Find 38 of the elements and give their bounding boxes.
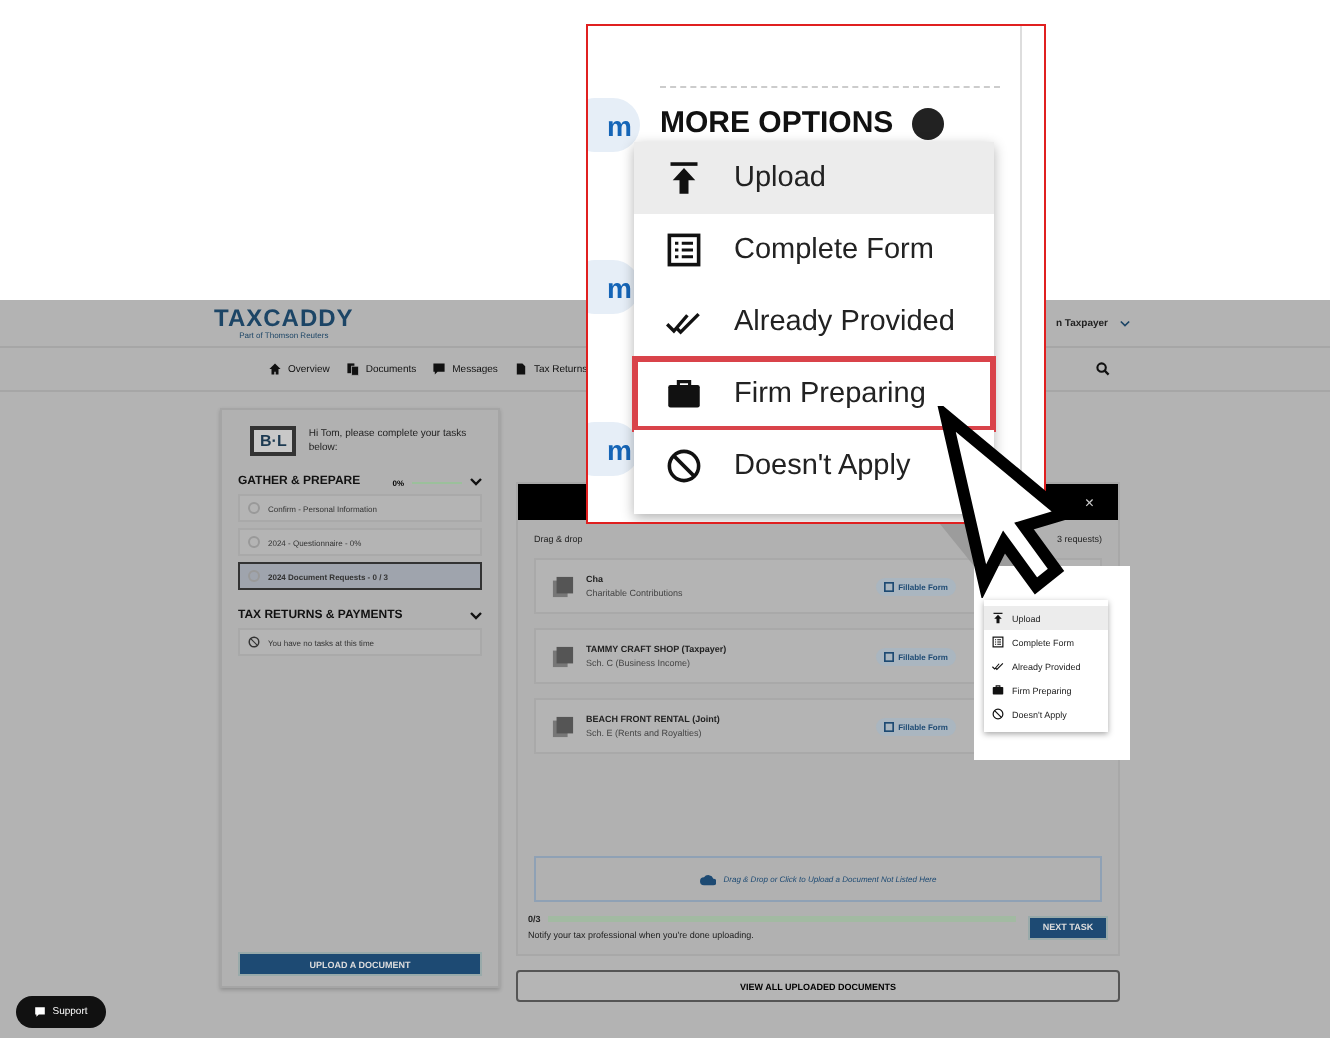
menu-item[interactable]: Complete Form xyxy=(634,214,994,286)
cloud-upload-icon xyxy=(699,873,716,885)
form-icon xyxy=(884,651,895,661)
briefcase-icon xyxy=(992,684,1004,696)
chevron-icon[interactable] xyxy=(470,612,482,620)
fillable-form-button[interactable]: m xyxy=(588,98,640,152)
logo: TAXCADDY xyxy=(214,306,354,330)
message-icon xyxy=(432,362,447,376)
return-document-icon xyxy=(513,362,528,376)
close-button[interactable]: × xyxy=(1084,493,1094,511)
prohibited-icon xyxy=(992,708,1004,720)
menu-item[interactable]: Firm Preparing xyxy=(634,358,994,430)
chevron-icon[interactable] xyxy=(470,478,482,486)
prohibited-icon xyxy=(666,448,702,484)
status-circle xyxy=(248,502,260,514)
dropdown-icon[interactable] xyxy=(911,107,944,139)
menu-item[interactable]: Upload xyxy=(634,142,994,214)
form-icon xyxy=(884,721,895,731)
pdf-icon xyxy=(552,715,574,737)
double-check-icon xyxy=(992,660,1004,672)
list-icon xyxy=(666,232,702,268)
upload-icon xyxy=(992,612,1004,624)
briefcase-icon xyxy=(666,376,702,412)
list-icon xyxy=(992,636,1004,648)
pdf-icon xyxy=(552,575,574,597)
chevron-icon xyxy=(1120,319,1130,327)
more-options-title: MORE OPTIONS xyxy=(660,106,894,140)
menu-item[interactable]: Already Provided xyxy=(634,286,994,358)
chat-icon xyxy=(34,1006,47,1018)
firm-logo: B·L xyxy=(250,426,297,456)
upload-icon xyxy=(666,160,702,196)
home-icon xyxy=(268,362,282,376)
documents-icon xyxy=(345,362,360,376)
search-icon[interactable] xyxy=(1096,362,1110,376)
pdf-icon xyxy=(552,645,574,667)
prohibited-icon xyxy=(248,636,260,648)
status-circle xyxy=(248,536,260,548)
form-icon xyxy=(884,581,895,591)
